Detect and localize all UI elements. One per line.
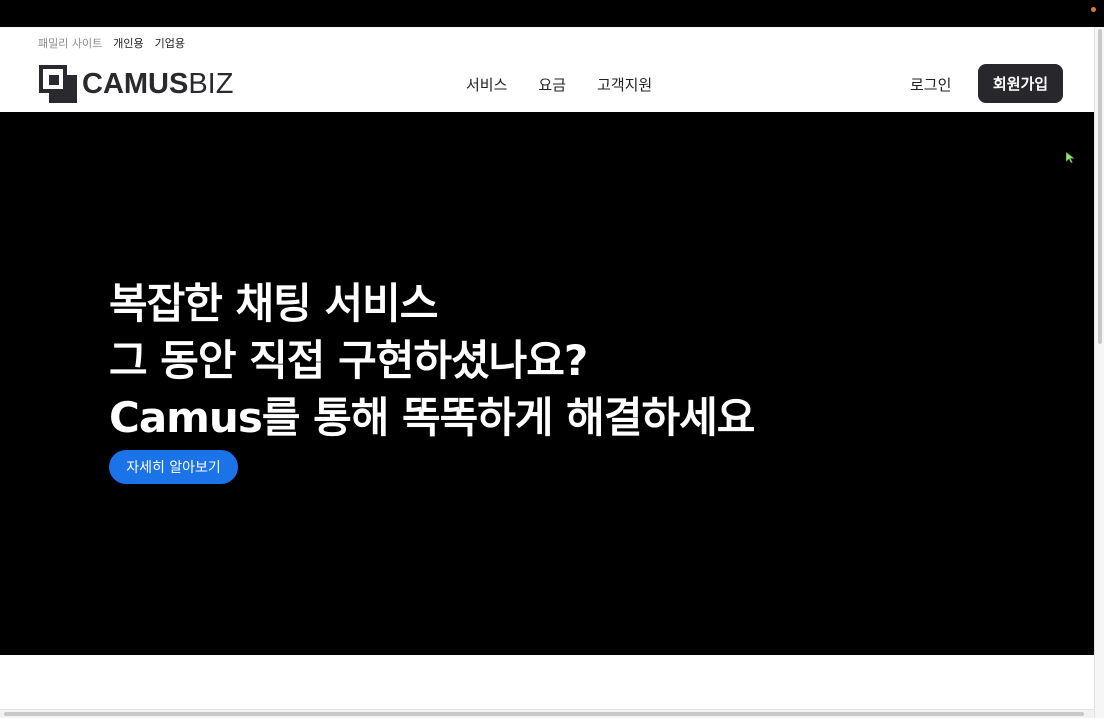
- learn-more-button[interactable]: 자세히 알아보기: [109, 450, 238, 484]
- vertical-scrollbar[interactable]: [1094, 27, 1104, 718]
- status-dot-icon: [1091, 7, 1096, 12]
- hero-line-1: 복잡한 채팅 서비스: [109, 279, 438, 328]
- camusbiz-logo[interactable]: CAMUSBIZ: [39, 64, 233, 104]
- login-link[interactable]: 로그인: [910, 74, 951, 95]
- horizontal-scrollbar[interactable]: [0, 709, 1094, 718]
- family-site-label: 패밀리 사이트: [38, 37, 103, 50]
- nav-item-pricing[interactable]: 요금: [538, 74, 566, 95]
- logo-mark-icon: [39, 65, 77, 103]
- vertical-scrollbar-thumb[interactable]: [1098, 29, 1102, 344]
- main-nav: 서비스 요금 고객지원: [466, 74, 652, 95]
- logo-text: CAMUSBIZ: [82, 67, 234, 100]
- hero-headline: 복잡한 채팅 서비스 그 동안 직접 구현하셨나요? Camus를 통해 똑똑하…: [109, 275, 755, 446]
- nav-item-services[interactable]: 서비스: [466, 74, 507, 95]
- family-link-business[interactable]: 기업용: [155, 35, 185, 51]
- nav-item-support[interactable]: 고객지원: [597, 74, 652, 95]
- horizontal-scrollbar-thumb[interactable]: [4, 712, 1084, 716]
- family-link-personal[interactable]: 개인용: [113, 35, 143, 51]
- hero-line-3: Camus를 통해 똑똑하게 해결하세요: [109, 393, 755, 442]
- hero-section: 복잡한 채팅 서비스 그 동안 직접 구현하셨나요? Camus를 통해 똑똑하…: [0, 112, 1094, 655]
- family-site-bar: 패밀리 사이트 개인용 기업용: [38, 35, 185, 51]
- signup-button[interactable]: 회원가입: [978, 64, 1063, 103]
- hero-line-2: 그 동안 직접 구현하셨나요?: [109, 336, 588, 385]
- site-header: 패밀리 사이트 개인용 기업용 CAMUSBIZ 서비스 요금 고객지원 로그인…: [0, 27, 1094, 112]
- os-top-bar: [0, 0, 1104, 27]
